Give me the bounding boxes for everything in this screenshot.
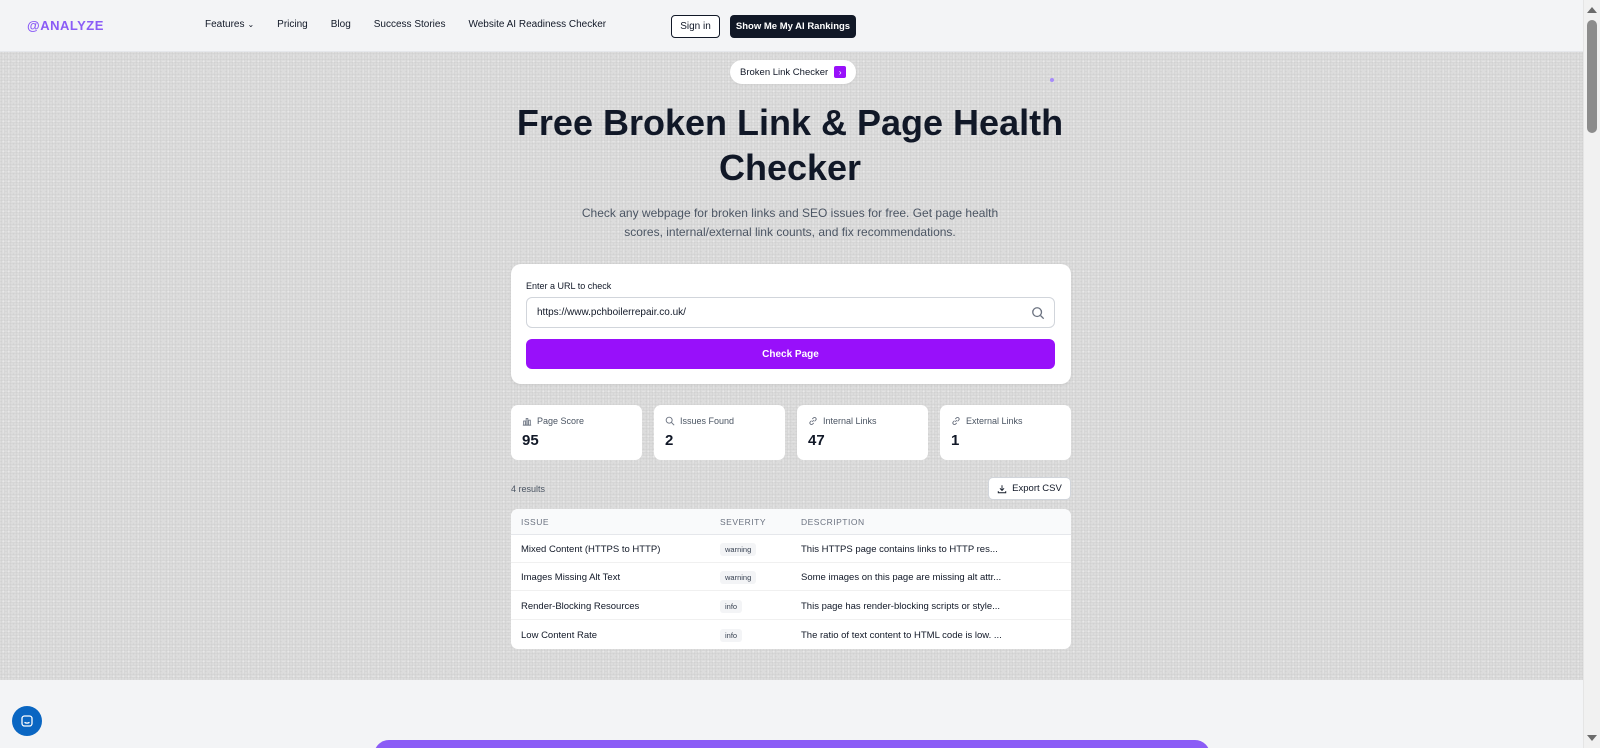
issue-cell: Render-Blocking Resources xyxy=(521,601,640,612)
page: @ANALYZE Features ⌄ Pricing Blog Success … xyxy=(0,0,1583,748)
issue-cell: Low Content Rate xyxy=(521,630,598,641)
column-header-severity: SEVERITY xyxy=(720,517,767,527)
stat-label: Issues Found xyxy=(680,416,735,426)
check-page-button[interactable]: Check Page xyxy=(526,339,1055,369)
stat-value: 2 xyxy=(665,432,674,449)
logo[interactable]: @ANALYZE xyxy=(27,18,104,33)
export-csv-button[interactable]: Export CSV xyxy=(988,477,1071,500)
chat-icon xyxy=(21,715,33,727)
download-icon xyxy=(997,484,1007,493)
results-count: 4 results xyxy=(511,484,546,494)
stat-value: 95 xyxy=(522,432,539,449)
description-cell: This HTTPS page contains links to HTTP r… xyxy=(801,544,998,555)
nav-link-blog[interactable]: Blog xyxy=(331,19,351,30)
table-row[interactable]: Images Missing Alt Text warning Some ima… xyxy=(511,563,1071,591)
sign-in-button[interactable]: Sign in xyxy=(671,15,720,38)
top-nav: @ANALYZE Features ⌄ Pricing Blog Success … xyxy=(0,0,1583,52)
severity-badge: warning xyxy=(720,543,757,556)
stat-label: Page Score xyxy=(537,416,585,426)
table-row[interactable]: Mixed Content (HTTPS to HTTP) warning Th… xyxy=(511,535,1071,563)
bar-chart-icon xyxy=(522,418,532,426)
logo-text: ANALYZE xyxy=(40,18,104,33)
scroll-up-arrow-icon[interactable] xyxy=(1587,7,1597,13)
stat-header: External Links xyxy=(951,416,1023,426)
search-icon xyxy=(665,416,675,426)
chat-widget-button[interactable] xyxy=(12,706,42,736)
url-field-label: Enter a URL to check xyxy=(526,281,612,291)
description-cell: The ratio of text content to HTML code i… xyxy=(801,630,1002,641)
page-subtitle: Check any webpage for broken links and S… xyxy=(581,206,999,239)
stat-header: Internal Links xyxy=(808,416,877,426)
nav-link-label: Features xyxy=(205,19,245,30)
table-header: ISSUE SEVERITY DESCRIPTION xyxy=(511,509,1071,535)
url-check-card: Enter a URL to check Check Page xyxy=(511,264,1071,384)
stat-card-issues-found: Issues Found 2 xyxy=(654,405,785,460)
column-header-description: DESCRIPTION xyxy=(801,517,865,527)
nav-link-success-stories[interactable]: Success Stories xyxy=(374,19,446,30)
severity-badge: warning xyxy=(720,571,757,584)
scroll-down-arrow-icon[interactable] xyxy=(1587,735,1597,741)
page-title: Free Broken Link & Page Health Checker xyxy=(516,102,1064,188)
stat-value: 1 xyxy=(951,432,960,449)
link-icon xyxy=(809,417,817,425)
export-csv-label: Export CSV xyxy=(1012,483,1062,494)
page-scrollbar[interactable] xyxy=(1583,0,1600,748)
stat-label: Internal Links xyxy=(823,416,877,426)
nav-link-ai-readiness-checker[interactable]: Website AI Readiness Checker xyxy=(468,19,606,30)
stat-header: Page Score xyxy=(522,416,584,426)
stat-header: Issues Found xyxy=(665,416,734,426)
severity-badge: info xyxy=(720,629,743,642)
nav-links: Features ⌄ Pricing Blog Success Stories W… xyxy=(205,19,606,30)
description-cell: This page has render-blocking scripts or… xyxy=(801,601,1001,612)
column-header-issue: ISSUE xyxy=(521,517,550,527)
table-row[interactable]: Render-Blocking Resources info This page… xyxy=(511,592,1071,620)
table-row[interactable]: Low Content Rate info The ratio of text … xyxy=(511,621,1071,649)
description-cell: Some images on this page are missing alt… xyxy=(801,572,1002,583)
stat-label: External Links xyxy=(966,416,1023,426)
chevron-down-icon: ⌄ xyxy=(247,20,255,29)
results-table: ISSUE SEVERITY DESCRIPTION Mixed Content… xyxy=(511,509,1071,649)
pill-label: Broken Link Checker xyxy=(740,66,829,78)
stat-card-page-score: Page Score 95 xyxy=(511,405,642,460)
stat-card-internal-links: Internal Links 47 xyxy=(797,405,928,460)
broken-link-checker-pill[interactable]: Broken Link Checker › xyxy=(730,60,857,84)
nav-link-features[interactable]: Features ⌄ xyxy=(205,19,254,30)
chevron-right-icon: › xyxy=(834,66,847,78)
severity-badge: info xyxy=(720,600,743,613)
stat-card-external-links: External Links 1 xyxy=(940,405,1071,460)
search-icon xyxy=(1032,307,1045,320)
stat-value: 47 xyxy=(808,432,825,449)
url-input[interactable] xyxy=(537,298,1017,327)
logo-icon: @ xyxy=(27,18,41,33)
nav-link-pricing[interactable]: Pricing xyxy=(277,19,308,30)
decorative-dot xyxy=(1050,78,1054,82)
issue-cell: Images Missing Alt Text xyxy=(521,572,621,583)
issue-cell: Mixed Content (HTTPS to HTTP) xyxy=(521,544,661,555)
link-icon xyxy=(952,417,960,425)
ai-rankings-button[interactable]: Show Me My AI Rankings xyxy=(730,15,856,38)
url-input-wrapper xyxy=(526,297,1055,328)
bottom-banner xyxy=(374,740,1210,748)
scroll-thumb[interactable] xyxy=(1587,20,1597,133)
